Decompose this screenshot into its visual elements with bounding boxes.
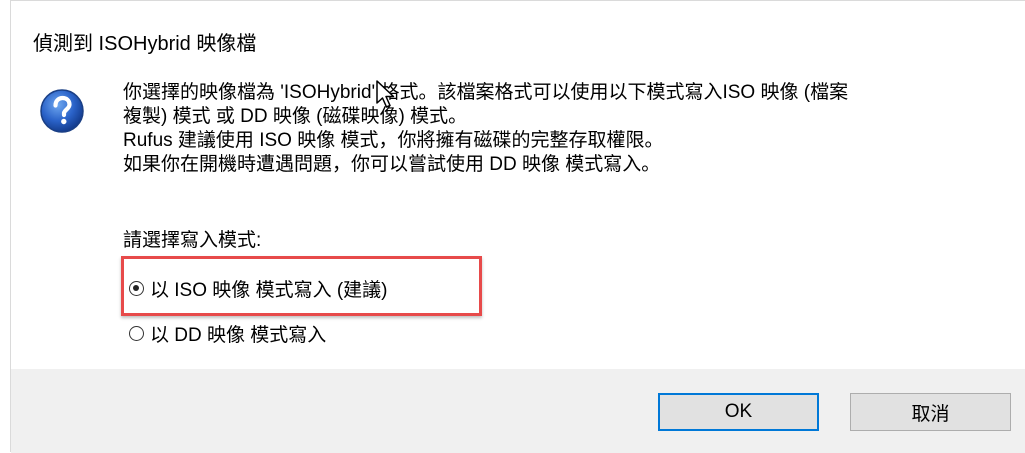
question-icon: [39, 88, 85, 134]
message-line: 如果你在開機時遭遇問題，你可以嘗試使用 DD 映像 模式寫入。: [123, 154, 661, 175]
radio-dd-label: 以 DD 映像 模式寫入: [150, 325, 327, 346]
mouse-cursor-icon: [375, 79, 399, 111]
cancel-button[interactable]: 取消: [850, 393, 1011, 431]
mode-prompt: 請選擇寫入模式:: [123, 230, 262, 251]
message-line: 你選擇的映像檔為 'ISOHybrid' 格式。該檔案格式可以使用以下模式寫入I…: [123, 82, 849, 103]
dialog-title: 偵測到 ISOHybrid 映像檔: [33, 33, 257, 55]
message-line: 複製) 模式 或 DD 映像 (磁碟映像) 模式。: [123, 106, 468, 127]
iso-hybrid-dialog: 偵測到 ISOHybrid 映像檔 你選擇的映像檔為 'ISOHybrid' 格…: [10, 0, 1025, 453]
radio-unselected-icon[interactable]: [129, 326, 144, 341]
highlight-box: [121, 256, 482, 316]
message-line: Rufus 建議使用 ISO 映像 模式，你將擁有磁碟的完整存取權限。: [123, 130, 664, 151]
ok-button[interactable]: OK: [658, 393, 819, 431]
radio-dd-mode[interactable]: 以 DD 映像 模式寫入: [129, 320, 326, 347]
dialog-message: 你選擇的映像檔為 'ISOHybrid' 格式。該檔案格式可以使用以下模式寫入I…: [123, 81, 1003, 177]
